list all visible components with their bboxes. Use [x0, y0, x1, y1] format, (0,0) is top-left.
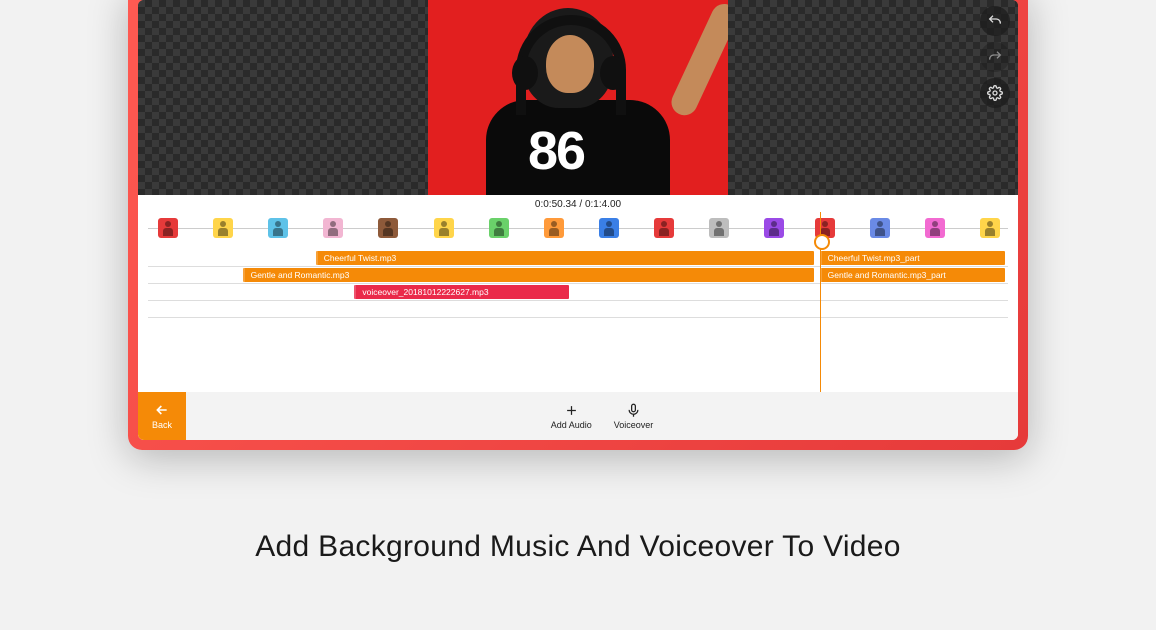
video-frame: 86: [428, 0, 728, 195]
timeline-thumbnail[interactable]: [378, 218, 398, 238]
undo-icon: [987, 13, 1003, 29]
transparency-left: [138, 0, 428, 195]
jersey-number: 86: [528, 120, 584, 182]
audio-clip[interactable]: voiceover_20181012222627.mp3: [354, 285, 569, 299]
audio-tracks: Cheerful Twist.mp3 Cheerful Twist.mp3_par…: [148, 250, 1008, 318]
timeline-thumbnail[interactable]: [323, 218, 343, 238]
voiceover-button[interactable]: Voiceover: [614, 403, 654, 430]
marketing-caption: Add Background Music And Voiceover To Vi…: [0, 530, 1156, 564]
audio-clip[interactable]: Cheerful Twist.mp3: [316, 251, 815, 265]
back-label: Back: [152, 420, 172, 430]
timeline-thumbnail[interactable]: [925, 218, 945, 238]
person-illustration: 86: [468, 0, 688, 195]
add-audio-label: Add Audio: [551, 420, 592, 430]
undo-button[interactable]: [980, 6, 1010, 36]
timeline-thumbnail[interactable]: [599, 218, 619, 238]
timeline-thumbnail[interactable]: [764, 218, 784, 238]
app-window: 86 0:0:50.34 / 0:1:4.: [128, 0, 1028, 450]
mic-icon: [626, 403, 641, 418]
redo-button[interactable]: [980, 42, 1010, 72]
timeline-thumbnail[interactable]: [870, 218, 890, 238]
timeline-thumbnail[interactable]: [489, 218, 509, 238]
audio-clip[interactable]: Gentle and Romantic.mp3: [243, 268, 815, 282]
timeline-thumbnail[interactable]: [544, 218, 564, 238]
timeline-thumbnail[interactable]: [158, 218, 178, 238]
video-preview[interactable]: 86: [138, 0, 1018, 195]
arrow-left-icon: [154, 402, 170, 418]
add-audio-button[interactable]: Add Audio: [551, 403, 592, 430]
audio-track[interactable]: [148, 301, 1008, 318]
timeline-thumbnail[interactable]: [213, 218, 233, 238]
timeline[interactable]: Cheerful Twist.mp3 Cheerful Twist.mp3_par…: [138, 212, 1018, 392]
timeline-thumbnail[interactable]: [709, 218, 729, 238]
plus-icon: [564, 403, 579, 418]
transparency-right: [728, 0, 1018, 195]
redo-icon: [987, 49, 1003, 65]
audio-clip[interactable]: Cheerful Twist.mp3_part: [820, 251, 1005, 265]
thumbnail-strip[interactable]: [148, 214, 1008, 244]
timeline-thumbnail[interactable]: [654, 218, 674, 238]
playhead[interactable]: [820, 212, 821, 392]
audio-track[interactable]: voiceover_20181012222627.mp3: [148, 284, 1008, 301]
settings-button[interactable]: [980, 78, 1010, 108]
voiceover-label: Voiceover: [614, 420, 654, 430]
time-readout: 0:0:50.34 / 0:1:4.00: [138, 195, 1018, 212]
bottom-toolbar: Back Add Audio Voiceover: [138, 392, 1018, 440]
audio-clip[interactable]: Gentle and Romantic.mp3_part: [820, 268, 1005, 282]
back-button[interactable]: Back: [138, 392, 186, 440]
timeline-thumbnail[interactable]: [434, 218, 454, 238]
audio-track[interactable]: Cheerful Twist.mp3 Cheerful Twist.mp3_par…: [148, 250, 1008, 267]
app-inner: 86 0:0:50.34 / 0:1:4.: [138, 0, 1018, 440]
gear-icon: [987, 85, 1003, 101]
audio-track[interactable]: Gentle and Romantic.mp3 Gentle and Romant…: [148, 267, 1008, 284]
timeline-thumbnail[interactable]: [980, 218, 1000, 238]
timeline-thumbnail[interactable]: [268, 218, 288, 238]
